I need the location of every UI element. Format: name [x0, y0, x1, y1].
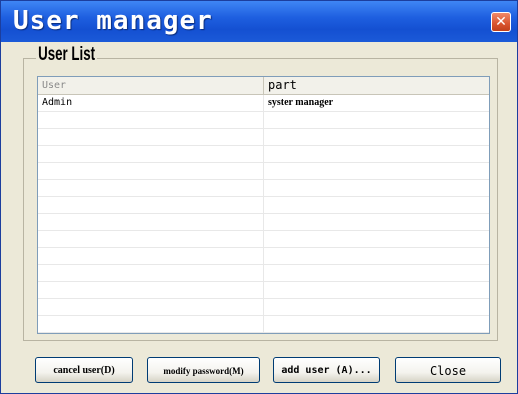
- table-header: User part: [38, 77, 489, 95]
- table-row[interactable]: [38, 146, 489, 163]
- table-body: Admin syster manager: [38, 95, 489, 333]
- cell-part: [264, 248, 489, 264]
- cell-user: [38, 163, 264, 179]
- modify-password-button[interactable]: modify password(M): [147, 357, 260, 383]
- cell-user: [38, 112, 264, 128]
- cell-part: [264, 265, 489, 281]
- cell-user: [38, 231, 264, 247]
- cell-user: [38, 180, 264, 196]
- close-icon[interactable]: ✕: [491, 12, 511, 32]
- table-row[interactable]: [38, 299, 489, 316]
- cell-part: [264, 180, 489, 196]
- add-user-button[interactable]: add user (A)...: [273, 357, 380, 383]
- cell-user: [38, 214, 264, 230]
- table-row[interactable]: [38, 214, 489, 231]
- cell-user: [38, 316, 264, 332]
- column-header-user[interactable]: User: [38, 77, 264, 94]
- title-bar[interactable]: User manager ✕: [1, 1, 517, 42]
- window-title: User manager: [13, 6, 213, 36]
- cancel-user-button[interactable]: cancel user(D): [35, 357, 133, 383]
- cell-part: [264, 112, 489, 128]
- cell-part: [264, 316, 489, 332]
- cell-part: [264, 146, 489, 162]
- table-row[interactable]: [38, 180, 489, 197]
- table-row[interactable]: [38, 112, 489, 129]
- cell-part: [264, 163, 489, 179]
- cell-part: [264, 231, 489, 247]
- table-row[interactable]: [38, 316, 489, 333]
- cell-user: [38, 265, 264, 281]
- table-row[interactable]: [38, 129, 489, 146]
- table-row[interactable]: [38, 163, 489, 180]
- table-row[interactable]: [38, 231, 489, 248]
- cell-user: [38, 248, 264, 264]
- cell-user: [38, 129, 264, 145]
- cell-part: [264, 129, 489, 145]
- cell-part: syster manager: [268, 97, 334, 108]
- cell-user: [38, 282, 264, 298]
- cell-part: [264, 214, 489, 230]
- table-row[interactable]: [38, 248, 489, 265]
- table-row[interactable]: Admin syster manager: [38, 95, 489, 112]
- cell-part: [264, 197, 489, 213]
- cell-part: [264, 299, 489, 315]
- close-button[interactable]: Close: [395, 357, 501, 383]
- table-row[interactable]: [38, 282, 489, 299]
- user-list-legend: User List: [36, 44, 98, 66]
- column-header-part[interactable]: part: [264, 77, 489, 94]
- cell-user: Admin: [38, 95, 264, 111]
- user-list-table[interactable]: User part Admin syster manager: [37, 76, 490, 334]
- cell-user: [38, 146, 264, 162]
- cell-part: [264, 282, 489, 298]
- cell-user: [38, 197, 264, 213]
- table-row[interactable]: [38, 265, 489, 282]
- cell-user: [38, 299, 264, 315]
- table-row[interactable]: [38, 197, 489, 214]
